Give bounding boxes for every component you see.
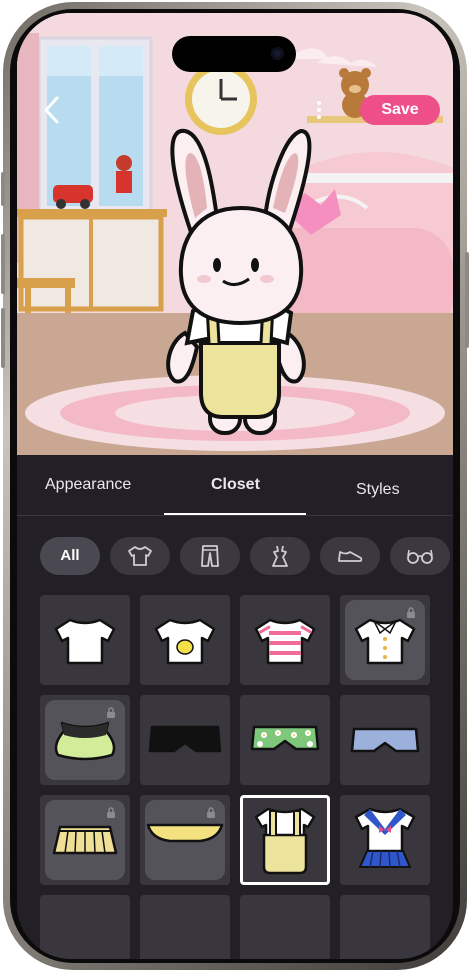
pants-icon — [201, 545, 219, 567]
filter-shoes[interactable] — [320, 537, 380, 575]
overalls-icon — [254, 807, 316, 875]
tab-closet[interactable]: Closet — [164, 455, 306, 515]
volume-down-button — [1, 308, 5, 368]
filter-dresses[interactable] — [250, 537, 310, 575]
closet-item-button-blouse[interactable] — [340, 595, 430, 685]
closet-item-striped-pink-tshirt[interactable] — [240, 595, 330, 685]
closet-item-daisy-shorts[interactable] — [240, 695, 330, 785]
lock-icon — [407, 607, 415, 618]
tab-styles[interactable]: Styles — [307, 455, 453, 515]
dynamic-island — [172, 36, 296, 72]
closet-item-sailor-uniform[interactable] — [340, 795, 430, 885]
volume-up-button — [1, 234, 5, 294]
dress-icon — [272, 545, 288, 567]
shorts-icon — [148, 725, 222, 753]
lock-icon — [107, 807, 115, 818]
character-preview: Save — [17, 13, 453, 455]
more-options-button[interactable] — [313, 99, 325, 121]
tab-label: Closet — [211, 476, 260, 493]
action-button — [1, 172, 5, 206]
closet-item-yellow-pleated-skirt[interactable] — [40, 795, 130, 885]
closet-item[interactable] — [140, 895, 230, 959]
closet-item-lime-skirt[interactable] — [40, 695, 130, 785]
shorts-icon — [250, 725, 320, 751]
sailor-uniform-icon — [354, 807, 416, 868]
chevron-left-icon — [44, 96, 59, 124]
bloomers-icon — [146, 823, 224, 843]
tab-label: Appearance — [45, 476, 132, 493]
tab-appearance[interactable]: Appearance — [17, 455, 162, 515]
shorts-icon — [350, 727, 420, 753]
striped-tshirt-icon — [254, 618, 316, 665]
active-tab-indicator — [164, 513, 306, 515]
camera-icon — [271, 47, 284, 60]
lemon-tshirt-icon — [154, 618, 216, 665]
closet-item-white-tshirt[interactable] — [40, 595, 130, 685]
closet-item[interactable] — [340, 895, 430, 959]
tshirt-icon — [128, 546, 152, 566]
shoe-icon — [338, 551, 363, 562]
back-button[interactable] — [37, 93, 67, 127]
closet-item-yellow-overalls[interactable] — [240, 795, 330, 885]
closet-item-black-shorts[interactable] — [140, 695, 230, 785]
filter-label: All — [60, 547, 80, 564]
closet-item-yellow-bloomers[interactable] — [140, 795, 230, 885]
closet-item-lemon-tshirt[interactable] — [140, 595, 230, 685]
lock-icon — [107, 707, 115, 718]
pleated-skirt-icon — [52, 825, 118, 855]
filter-all[interactable]: All — [40, 537, 100, 575]
filter-bottoms[interactable] — [180, 537, 240, 575]
closet-item[interactable] — [40, 895, 130, 959]
filter-accessories[interactable] — [390, 537, 450, 575]
tab-label: Styles — [356, 481, 400, 498]
power-button — [465, 252, 469, 348]
filter-tops[interactable] — [110, 537, 170, 575]
skirt-icon — [54, 721, 116, 761]
vertical-dots-icon — [317, 101, 321, 119]
lock-icon — [207, 807, 215, 818]
glasses-icon — [407, 549, 433, 564]
blouse-icon — [354, 618, 416, 665]
bunny-character — [166, 128, 312, 435]
white-tshirt-icon — [54, 618, 116, 665]
save-button[interactable]: Save — [360, 95, 440, 125]
app-screen: Save Appearance Closet Styles All — [17, 13, 453, 959]
closet-item[interactable] — [240, 895, 330, 959]
closet-item-blue-shorts[interactable] — [340, 695, 430, 785]
closet-tabs: Appearance Closet Styles — [17, 455, 453, 516]
